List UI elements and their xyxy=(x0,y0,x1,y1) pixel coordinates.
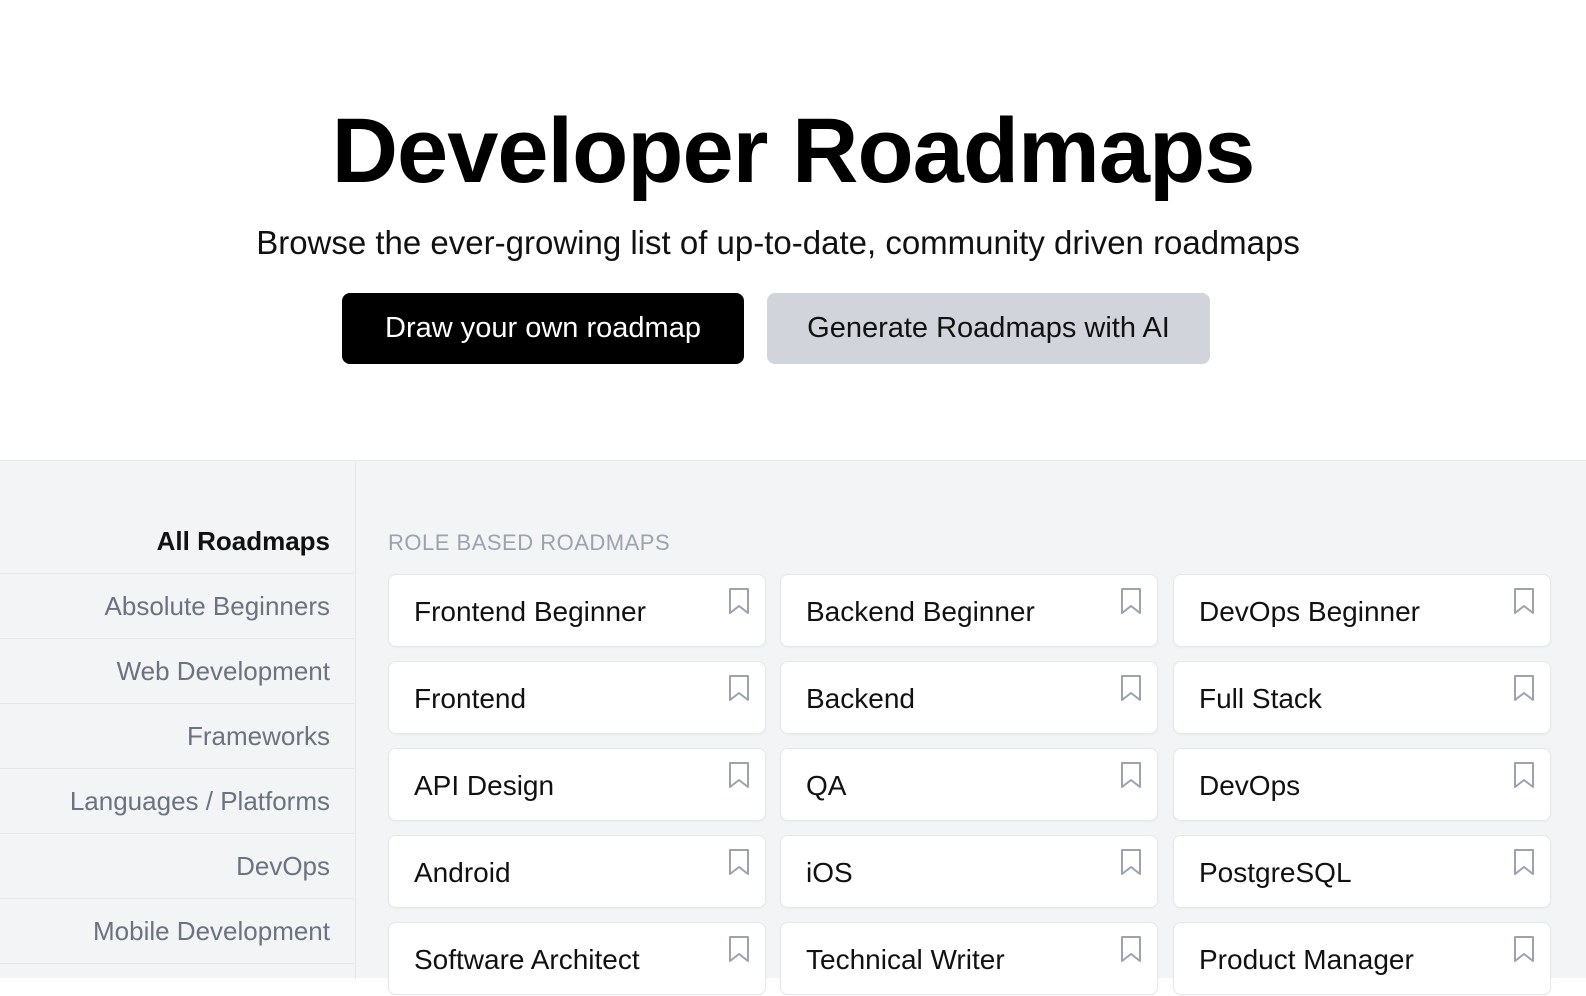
roadmap-card-label: DevOps Beginner xyxy=(1199,596,1421,627)
bookmark-icon[interactable] xyxy=(1119,761,1143,789)
roadmap-card-label: Frontend xyxy=(414,683,527,714)
roadmap-card[interactable]: Full Stack xyxy=(1173,661,1551,734)
roadmaps-section: All Roadmaps Absolute Beginners Web Develo… xyxy=(0,460,1586,995)
bookmark-icon[interactable] xyxy=(727,848,751,876)
sidebar-item[interactable]: All Roadmaps xyxy=(0,509,354,574)
bookmark-icon[interactable] xyxy=(727,761,751,789)
roadmap-card[interactable]: iOS xyxy=(780,835,1158,908)
page-subtitle: Browse the ever-growing list of up-to-da… xyxy=(256,224,1300,261)
sidebar-item[interactable]: Web Development xyxy=(0,639,354,704)
bookmark-icon[interactable] xyxy=(1119,587,1143,615)
bookmark-icon[interactable] xyxy=(1512,935,1536,963)
roadmap-card-label: Product Manager xyxy=(1199,944,1414,975)
roadmap-card[interactable]: API Design xyxy=(388,748,766,821)
roadmap-card-label: PostgreSQL xyxy=(1199,857,1352,888)
roadmap-card[interactable]: PostgreSQL xyxy=(1173,835,1551,908)
generate-ai-roadmap-button[interactable]: Generate Roadmaps with AI xyxy=(767,293,1210,364)
bookmark-icon[interactable] xyxy=(1512,761,1536,789)
roadmap-card[interactable]: Backend xyxy=(780,661,1158,734)
roadmap-card[interactable]: Backend Beginner xyxy=(780,574,1158,647)
bookmark-icon[interactable] xyxy=(727,674,751,702)
roadmap-card-label: API Design xyxy=(414,770,555,801)
roadmap-card[interactable]: Android xyxy=(388,835,766,908)
bookmark-icon[interactable] xyxy=(1119,935,1143,963)
draw-roadmap-button[interactable]: Draw your own roadmap xyxy=(342,293,744,364)
bookmark-icon[interactable] xyxy=(727,587,751,615)
roadmap-card-label: Android xyxy=(414,857,511,888)
sidebar-item[interactable]: DevOps xyxy=(0,834,354,899)
roadmap-card-label: Frontend Beginner xyxy=(414,596,646,627)
roadmap-card[interactable]: Frontend Beginner xyxy=(388,574,766,647)
roadmap-card-label: Full Stack xyxy=(1199,683,1322,714)
bookmark-icon[interactable] xyxy=(727,935,751,963)
roadmap-card[interactable]: QA xyxy=(780,748,1158,821)
sidebar-item[interactable]: Absolute Beginners xyxy=(0,574,354,639)
roadmap-card[interactable]: DevOps Beginner xyxy=(1173,574,1551,647)
roadmap-card[interactable]: Technical Writer xyxy=(780,922,1158,995)
page-title: Developer Roadmaps xyxy=(331,100,1256,202)
category-sidebar: All Roadmaps Absolute Beginners Web Develo… xyxy=(0,461,356,979)
roadmap-card[interactable]: Product Manager xyxy=(1173,922,1551,995)
roadmap-card-label: Software Architect xyxy=(414,944,640,975)
roadmap-card-label: Technical Writer xyxy=(806,944,1005,975)
roadmap-card-label: iOS xyxy=(806,857,853,888)
bookmark-icon[interactable] xyxy=(1512,674,1536,702)
sidebar-item[interactable]: Mobile Development xyxy=(0,899,354,964)
section-title: ROLE BASED ROADMAPS xyxy=(388,530,671,555)
roadmap-card[interactable]: DevOps xyxy=(1173,748,1551,821)
roadmap-card[interactable]: Software Architect xyxy=(388,922,766,995)
hero-section: Developer Roadmaps Browse the ever-growi… xyxy=(0,0,1586,460)
bookmark-icon[interactable] xyxy=(1119,674,1143,702)
sidebar-item[interactable]: Frameworks xyxy=(0,704,354,769)
roadmap-card-label: DevOps xyxy=(1199,770,1301,801)
bookmark-icon[interactable] xyxy=(1512,848,1536,876)
roadmap-card-label: Backend xyxy=(806,683,915,714)
bookmark-icon[interactable] xyxy=(1119,848,1143,876)
roadmap-card[interactable]: Frontend xyxy=(388,661,766,734)
sidebar-item[interactable]: Languages / Platforms xyxy=(0,769,354,834)
roadmap-card-label: QA xyxy=(806,770,847,801)
roadmap-card-label: Backend Beginner xyxy=(806,596,1035,627)
bookmark-icon[interactable] xyxy=(1512,587,1536,615)
